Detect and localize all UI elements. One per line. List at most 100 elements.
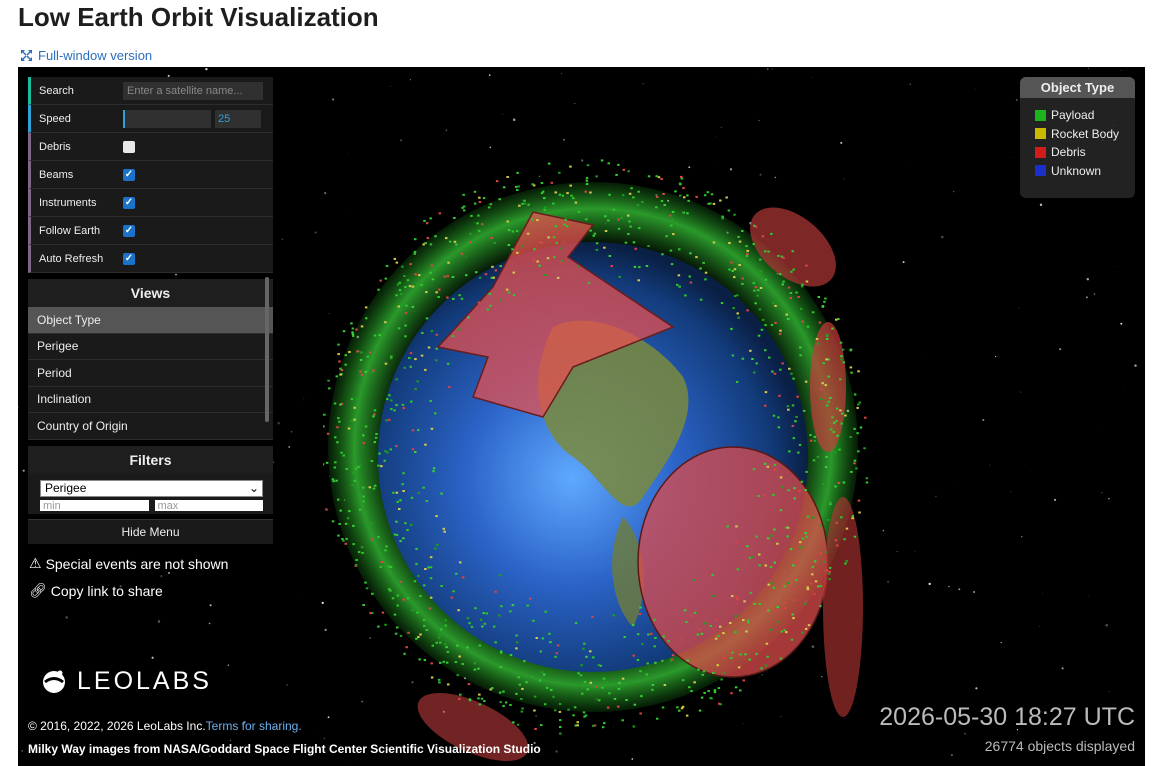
satellite-dot [704,622,707,625]
instruments-checkbox[interactable]: ✓ [123,196,135,209]
satellite-dot [837,318,840,320]
satellite-dot [836,434,839,437]
satellite-dot [678,248,681,251]
filter-min-input[interactable]: min [40,499,149,511]
beams-checkbox[interactable]: ✓ [123,168,135,181]
satellite-dot [771,370,774,373]
satellite-dot [717,687,721,690]
star [908,162,910,163]
leolabs-logo[interactable]: LEOLABS [41,667,212,696]
satellite-dot [385,545,388,548]
satellite-dot [443,530,446,533]
satellite-dot [586,688,590,691]
satellite-dot [360,351,363,354]
star [488,74,491,76]
satellite-dot [853,427,856,430]
satellite-dot [563,223,566,226]
satellite-dot [440,492,443,495]
earth-globe[interactable] [323,137,883,766]
satellite-dot [786,405,790,408]
view-object-type[interactable]: Object Type [28,307,273,334]
satellite-dot [384,277,388,280]
full-window-label[interactable]: Full-window version [38,48,152,63]
star [1000,641,1002,644]
satellite-dot [849,436,852,438]
satellite-dot [377,535,380,538]
star [297,404,298,405]
follow-earth-checkbox[interactable]: ✓ [123,224,135,237]
satellite-dot [712,672,715,674]
panel-scrollbar[interactable] [265,277,269,422]
speed-value[interactable]: 25 [215,109,261,128]
auto-refresh-checkbox[interactable]: ✓ [123,252,135,265]
satellite-dot [632,241,636,244]
satellite-dot [395,491,399,494]
satellite-dot [566,192,569,195]
view-perigee[interactable]: Perigee [28,334,273,360]
satellite-dot [823,560,826,563]
satellite-dot [337,534,340,537]
satellite-dot [858,511,861,514]
satellite-dot [583,715,586,718]
satellite-dot [414,238,417,241]
satellite-dot [688,686,691,689]
star [964,733,966,735]
view-period[interactable]: Period [28,360,273,387]
satellite-dot [865,477,869,480]
satellite-dot [703,691,706,694]
star [65,616,68,619]
satellite-dot [821,482,825,485]
satellite-dot [440,628,443,631]
satellite-dot [583,642,586,645]
satellite-dot [841,412,844,415]
satellite-dot [380,561,384,563]
satellite-dot [785,313,788,316]
satellite-dot [554,225,557,228]
satellite-dot [533,248,536,251]
satellite-dot [521,687,524,690]
view-country-of-origin[interactable]: Country of Origin [28,413,273,440]
satellite-dot [730,327,733,330]
hide-menu-button[interactable]: Hide Menu [28,519,273,544]
satellite-dot [758,308,762,311]
satellite-dot [806,586,809,589]
page-title: Low Earth Orbit Visualization [18,2,379,32]
satellite-dot [390,399,393,402]
satellite-dot [541,190,545,193]
satellite-dot [829,503,832,506]
search-input[interactable]: Enter a satellite name... [123,81,263,100]
satellite-dot [676,283,679,286]
satellite-dot [699,298,703,301]
satellite-dot [580,664,583,667]
satellite-dot [512,721,515,724]
satellite-dot [711,574,714,576]
satellite-dot [806,325,810,328]
debris-checkbox[interactable] [123,140,135,153]
satellite-dot [564,218,567,221]
filter-max-input[interactable]: max [154,499,263,511]
terms-link[interactable]: Terms for sharing. [206,719,302,733]
satellite-dot [793,577,797,580]
full-window-link[interactable]: Full-window version [20,48,152,63]
satellite-dot [425,629,429,631]
legend-label: Debris [1051,145,1086,160]
orbit-viewport[interactable]: Search Enter a satellite name... Speed 2… [18,67,1145,766]
speed-slider[interactable] [123,109,211,128]
satellite-dot [506,220,509,223]
satellite-dot [470,625,474,628]
satellite-dot [378,452,381,455]
filter-select[interactable]: Perigee ⌄ [40,479,263,497]
satellite-dot [782,280,785,283]
satellite-dot [835,407,839,410]
view-inclination[interactable]: Inclination [28,387,273,413]
satellite-dot [385,265,389,267]
star [1105,624,1108,627]
satellite-dot [842,361,845,364]
copy-link-button[interactable]: 🔗︎ Copy link to share [29,582,163,599]
satellite-dot [543,206,547,209]
satellite-dot [801,537,805,540]
satellite-dot [462,209,466,212]
copy-link-text[interactable]: Copy link to share [51,583,163,599]
satellite-dot [500,650,503,653]
satellite-dot [350,322,353,325]
